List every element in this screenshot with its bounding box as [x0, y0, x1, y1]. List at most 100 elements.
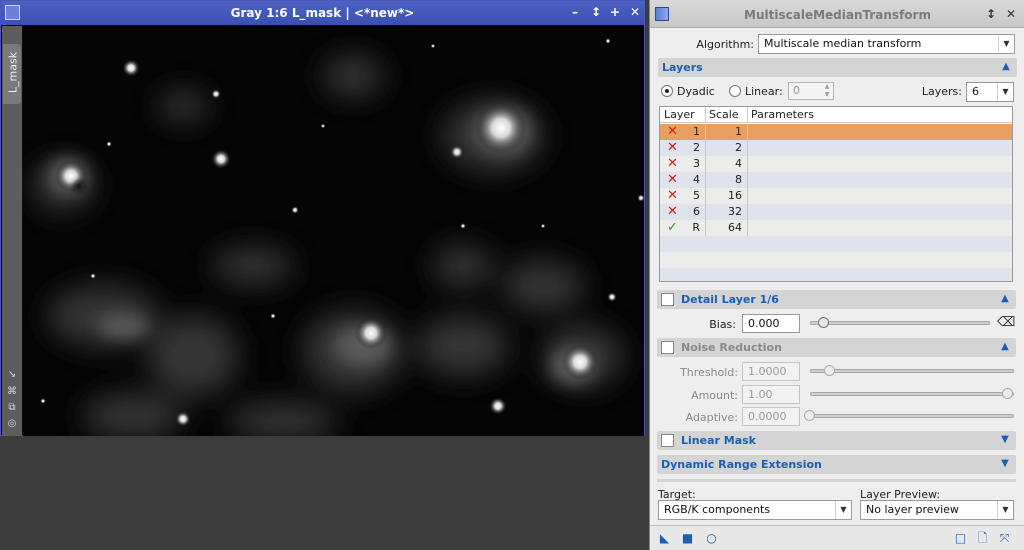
disabled-x-icon[interactable]: ✕ [667, 172, 681, 187]
collapse-icon[interactable]: ▲ [998, 292, 1012, 306]
minimize-icon[interactable]: – [567, 4, 583, 20]
image-window-title-bar[interactable]: Gray 1:6 L_mask | <*new*> – ↕ + ✕ [1, 1, 644, 25]
layers-table[interactable]: Layer Scale Parameters ✕ 1 1 ✕ 2 2 ✕ 3 4 ✕ 4 8 ✕ 5 16 ✕… [659, 106, 1013, 282]
amount-slider-knob[interactable] [1002, 388, 1013, 399]
linear-mask-checkbox[interactable] [661, 434, 674, 447]
spin-down-icon[interactable]: ▼ [821, 91, 833, 99]
collapse-icon[interactable]: ▲ [998, 340, 1012, 354]
adaptive-label: Adaptive: [685, 411, 738, 424]
arrow-icon[interactable]: ↘ [6, 369, 18, 381]
layer-cell: 6 [693, 205, 700, 218]
documentation-icon[interactable]: 🗋 [976, 532, 989, 545]
algorithm-value: Multiscale median transform [764, 37, 922, 50]
shade-icon[interactable]: ↕ [984, 7, 998, 21]
layer-preview-value: No layer preview [866, 503, 959, 516]
table-row[interactable]: ✕ 6 32 [660, 204, 1012, 220]
close-icon[interactable]: ✕ [627, 4, 643, 20]
check-icon[interactable]: ✓ [667, 220, 681, 235]
new-instance-icon[interactable]: ◣ [658, 532, 671, 545]
layer-cell: 2 [693, 141, 700, 154]
adaptive-input[interactable]: 0.0000 [742, 407, 800, 426]
expand-icon[interactable]: ▼ [998, 457, 1012, 471]
collapse-icon[interactable]: ▲ [999, 60, 1013, 74]
spin-up-icon[interactable]: ▲ [821, 83, 833, 91]
table-row[interactable]: ✕ 2 2 [660, 140, 1012, 156]
table-row[interactable]: ✕ 4 8 [660, 172, 1012, 188]
image-window-title: Gray 1:6 L_mask | <*new*> [230, 6, 415, 20]
column-divider [747, 220, 748, 236]
amount-input[interactable]: 1.00 [742, 385, 800, 404]
disabled-x-icon[interactable]: ✕ [667, 124, 681, 139]
close-icon[interactable]: ✕ [1004, 7, 1018, 21]
layers-section-header[interactable]: Layers ▲ [658, 58, 1017, 77]
threshold-slider-knob[interactable] [824, 365, 835, 376]
header-layer: Layer [664, 108, 695, 121]
column-divider [747, 188, 748, 204]
dyadic-radio[interactable] [661, 85, 673, 97]
apply-icon[interactable]: ○ [705, 532, 718, 545]
column-divider [747, 172, 748, 188]
chevron-down-icon: ▼ [997, 501, 1013, 519]
disabled-x-icon[interactable]: ✕ [667, 140, 681, 155]
maximize-icon[interactable]: + [607, 4, 623, 20]
mask-tab[interactable]: L_mask [3, 44, 21, 104]
table-row[interactable]: ✕ 3 4 [660, 156, 1012, 172]
layer-cell: R [692, 221, 700, 234]
noise-reduction-title: Noise Reduction [681, 341, 782, 354]
scale-cell: 4 [735, 157, 742, 170]
target-value: RGB/K components [664, 503, 771, 516]
algorithm-select[interactable]: Multiscale median transform ▼ [758, 34, 1015, 54]
table-row[interactable]: ✕ 1 1 [660, 124, 1012, 140]
chevron-down-icon: ▼ [998, 35, 1014, 53]
apply-global-icon[interactable]: ■ [681, 532, 694, 545]
detail-layer-section-header[interactable]: Detail Layer 1/6 ▲ [657, 290, 1016, 309]
empty-row [660, 268, 1012, 281]
layers-count-select[interactable]: 6 ▼ [966, 82, 1014, 102]
amount-slider-track[interactable] [810, 392, 1014, 396]
bias-slider-track[interactable] [810, 321, 990, 325]
noise-reduction-checkbox[interactable] [661, 341, 674, 354]
linear-value: 0 [793, 84, 800, 97]
threshold-slider-track[interactable] [810, 369, 1014, 373]
adaptive-slider-track[interactable] [810, 414, 1014, 418]
fit-icon[interactable]: ⌘ [6, 386, 18, 398]
reset-icon[interactable]: ⤧ [998, 532, 1011, 545]
linear-radio[interactable] [729, 85, 741, 97]
empty-row [660, 236, 1012, 252]
reset-bias-icon[interactable]: ⌫ [997, 315, 1015, 331]
image-window[interactable]: Gray 1:6 L_mask | <*new*> – ↕ + ✕ L_mask… [0, 0, 645, 436]
table-row[interactable]: ✓ R 64 [660, 220, 1012, 236]
scale-cell: 16 [728, 189, 742, 202]
real-time-preview-icon[interactable]: □ [954, 532, 967, 545]
bias-slider-knob[interactable] [818, 317, 829, 328]
expand-icon[interactable]: ▼ [998, 433, 1012, 447]
noise-reduction-section-header[interactable]: Noise Reduction ▲ [657, 338, 1016, 357]
shade-icon[interactable]: ↕ [588, 4, 604, 20]
linear-mask-section-header[interactable]: Linear Mask ▼ [657, 431, 1016, 450]
disabled-x-icon[interactable]: ✕ [667, 188, 681, 203]
bias-label: Bias: [709, 318, 736, 331]
dialog-title-bar[interactable]: MultiscaleMedianTransform ↕ ✕ [650, 0, 1024, 28]
layer-cell: 1 [693, 125, 700, 138]
mask-toggle-icon[interactable]: ◎ [6, 418, 18, 430]
table-header: Layer Scale Parameters [660, 107, 1012, 123]
scale-cell: 2 [735, 141, 742, 154]
linear-spinbox[interactable]: 0 ▲ ▼ [788, 82, 834, 100]
disabled-x-icon[interactable]: ✕ [667, 156, 681, 171]
header-scale: Scale [709, 108, 739, 121]
table-row[interactable]: ✕ 5 16 [660, 188, 1012, 204]
image-side-tab-bar: L_mask ↘ ⌘ ⧉ ◎ [2, 26, 22, 436]
bias-input[interactable]: 0.000 [742, 314, 800, 333]
clone-icon[interactable]: ⧉ [6, 402, 18, 414]
column-divider [747, 124, 748, 140]
adaptive-slider-knob[interactable] [804, 410, 815, 421]
section-divider [657, 479, 1016, 482]
threshold-input[interactable]: 1.0000 [742, 362, 800, 381]
disabled-x-icon[interactable]: ✕ [667, 204, 681, 219]
image-canvas[interactable] [23, 26, 644, 436]
layer-preview-select[interactable]: No layer preview ▼ [860, 500, 1014, 520]
dre-section-header[interactable]: Dynamic Range Extension ▼ [657, 455, 1016, 474]
target-select[interactable]: RGB/K components ▼ [658, 500, 852, 520]
detail-layer-checkbox[interactable] [661, 293, 674, 306]
chevron-down-icon: ▼ [997, 83, 1013, 101]
